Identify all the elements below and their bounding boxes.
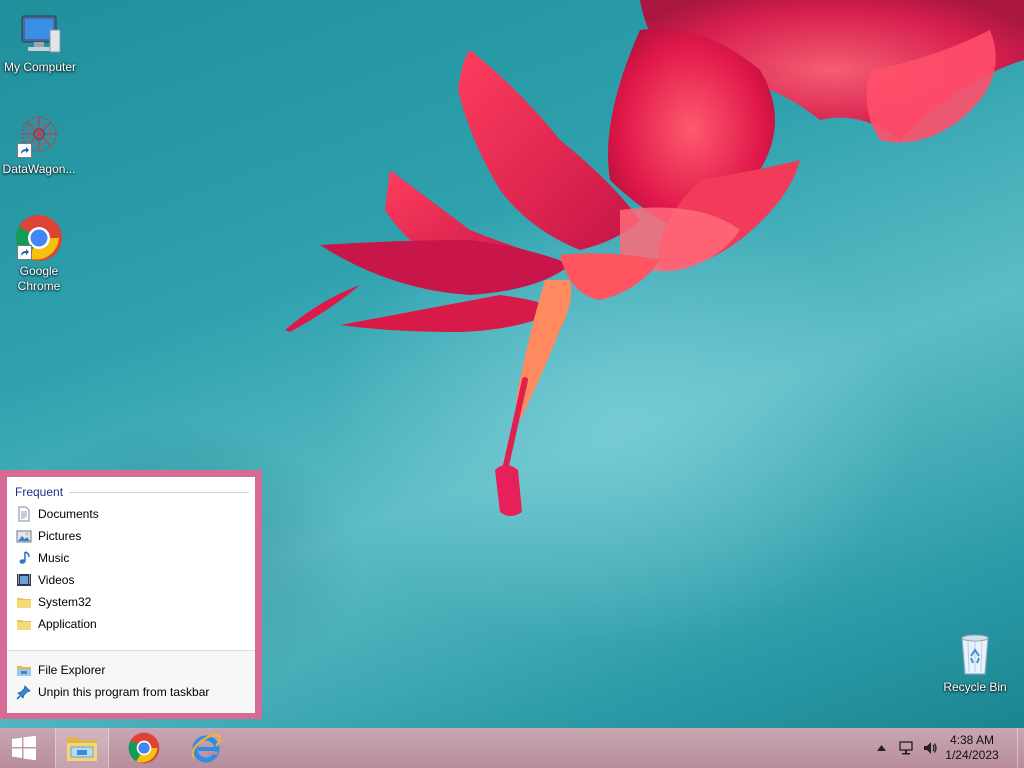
shortcut-arrow-icon xyxy=(17,245,32,260)
taskbar-chrome-button[interactable] xyxy=(118,728,170,768)
taskbar-jumplist: Frequent Documents Pictures Music Videos… xyxy=(0,470,262,719)
jumplist-item-file-explorer[interactable]: File Explorer xyxy=(16,660,105,680)
folder-icon xyxy=(17,598,31,608)
file-explorer-icon xyxy=(17,666,31,676)
shortcut-arrow-icon xyxy=(17,143,32,158)
internet-explorer-icon xyxy=(191,734,222,763)
show-desktop-button[interactable] xyxy=(1017,728,1024,768)
jumplist-item-videos[interactable]: Videos xyxy=(16,570,74,590)
recycle-bin-desktop-icon[interactable]: Recycle Bin xyxy=(935,630,1015,695)
jumplist-item-label: Pictures xyxy=(38,529,82,543)
jumplist-item-label: Videos xyxy=(38,573,75,587)
folder-icon xyxy=(17,620,31,630)
clock[interactable]: 4:38 AM 1/24/2023 xyxy=(942,733,1002,763)
volume-tray-button[interactable] xyxy=(920,728,940,768)
clock-date: 1/24/2023 xyxy=(945,748,999,762)
computer-icon xyxy=(16,10,64,58)
desktop-icon-label: Recycle Bin xyxy=(943,680,1007,694)
jumplist-item-system32[interactable]: System32 xyxy=(16,592,91,612)
jumplist-header: Frequent xyxy=(15,484,249,500)
chrome-icon xyxy=(15,214,63,262)
jumplist-item-application[interactable]: Application xyxy=(16,614,97,634)
jumplist-item-label: File Explorer xyxy=(38,663,106,677)
music-icon xyxy=(19,551,30,564)
taskbar-file-explorer-button[interactable] xyxy=(55,728,109,768)
start-button[interactable] xyxy=(0,728,48,768)
desktop[interactable]: My Computer DataWagon... Google Chrome R… xyxy=(0,0,1024,728)
jumplist-item-label: Unpin this program from taskbar xyxy=(38,685,210,699)
datawagon-icon xyxy=(15,112,63,160)
unpin-icon xyxy=(16,685,31,700)
datawagon-desktop-icon[interactable]: DataWagon... xyxy=(0,112,79,177)
jumplist-panel: Frequent Documents Pictures Music Videos… xyxy=(7,477,255,713)
jumplist-header-label: Frequent xyxy=(15,485,64,499)
recycle-bin-icon xyxy=(951,630,999,678)
taskbar: 4:38 AM 1/24/2023 xyxy=(0,728,1024,768)
file-explorer-icon xyxy=(67,737,97,761)
jumplist-item-documents[interactable]: Documents xyxy=(16,504,99,524)
document-icon xyxy=(18,506,30,522)
show-hidden-icons-button[interactable] xyxy=(874,728,888,768)
jumplist-item-unpin[interactable]: Unpin this program from taskbar xyxy=(16,682,209,702)
windows-start-icon xyxy=(12,735,36,761)
chevron-up-icon xyxy=(876,745,886,751)
google-chrome-desktop-icon[interactable]: Google Chrome xyxy=(0,214,79,294)
jumplist-item-label: System32 xyxy=(38,595,92,609)
jumplist-item-pictures[interactable]: Pictures xyxy=(16,526,81,546)
videos-icon xyxy=(17,574,31,586)
jumplist-item-label: Music xyxy=(38,551,70,565)
desktop-icon-label: Google Chrome xyxy=(17,264,61,293)
jumplist-item-label: Application xyxy=(38,617,97,631)
jumplist-divider xyxy=(7,650,255,651)
taskbar-internet-explorer-button[interactable] xyxy=(180,728,232,768)
jumplist-item-label: Documents xyxy=(38,507,99,521)
desktop-icon-label: My Computer xyxy=(3,60,77,74)
network-tray-button[interactable] xyxy=(896,728,916,768)
network-icon xyxy=(899,741,913,755)
pictures-icon xyxy=(16,530,32,543)
clock-time: 4:38 AM xyxy=(949,733,995,747)
chrome-icon xyxy=(128,732,160,764)
speaker-icon xyxy=(924,742,937,754)
jumplist-item-music[interactable]: Music xyxy=(16,548,69,568)
my-computer-desktop-icon[interactable]: My Computer xyxy=(0,10,80,75)
header-divider xyxy=(69,491,249,493)
desktop-icon-label: DataWagon... xyxy=(2,162,76,176)
